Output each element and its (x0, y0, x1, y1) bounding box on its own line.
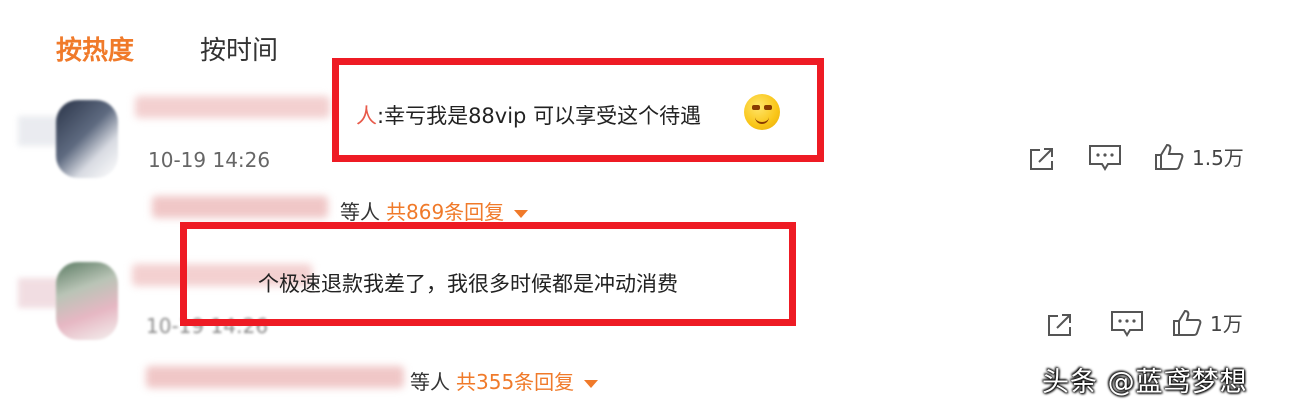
like-count: 1万 (1210, 312, 1243, 336)
share-button[interactable] (1028, 146, 1056, 172)
reply-suffix: 等人 (410, 370, 450, 394)
reply-count[interactable]: 共869条回复 (386, 200, 504, 224)
reply-summary[interactable]: 等人 共355条回复 (410, 366, 599, 395)
like-button[interactable]: 1万 (1172, 308, 1243, 337)
blurred-replier-names (152, 196, 328, 218)
thumbs-up-icon (1173, 309, 1202, 336)
like-count: 1.5万 (1192, 146, 1244, 170)
comment-icon (1089, 145, 1121, 171)
avatar[interactable] (56, 262, 118, 340)
comment-button[interactable] (1110, 310, 1144, 338)
chevron-down-icon (584, 379, 599, 388)
chevron-down-icon (514, 209, 529, 218)
share-icon (1030, 148, 1053, 170)
blurred-replier-names (146, 366, 404, 388)
thumbs-up-icon (1155, 143, 1184, 170)
reply-count[interactable]: 共355条回复 (456, 370, 574, 394)
comment-button[interactable] (1088, 144, 1122, 172)
watermark: 头条 @蓝鸢梦想 (1042, 367, 1248, 398)
highlight-box (332, 58, 824, 162)
highlight-box (180, 222, 796, 326)
reply-suffix: 等人 (340, 200, 380, 224)
tab-hot[interactable]: 按热度 (56, 30, 134, 67)
like-button[interactable]: 1.5万 (1154, 142, 1244, 171)
share-icon (1048, 314, 1071, 336)
comment-icon (1111, 311, 1143, 337)
share-button[interactable] (1046, 312, 1074, 338)
reply-summary[interactable]: 等人 共869条回复 (340, 196, 529, 225)
avatar[interactable] (56, 100, 118, 178)
comment-timestamp: 10-19 14:26 (148, 148, 271, 172)
blurred-username (135, 96, 330, 118)
tab-time[interactable]: 按时间 (200, 30, 278, 67)
